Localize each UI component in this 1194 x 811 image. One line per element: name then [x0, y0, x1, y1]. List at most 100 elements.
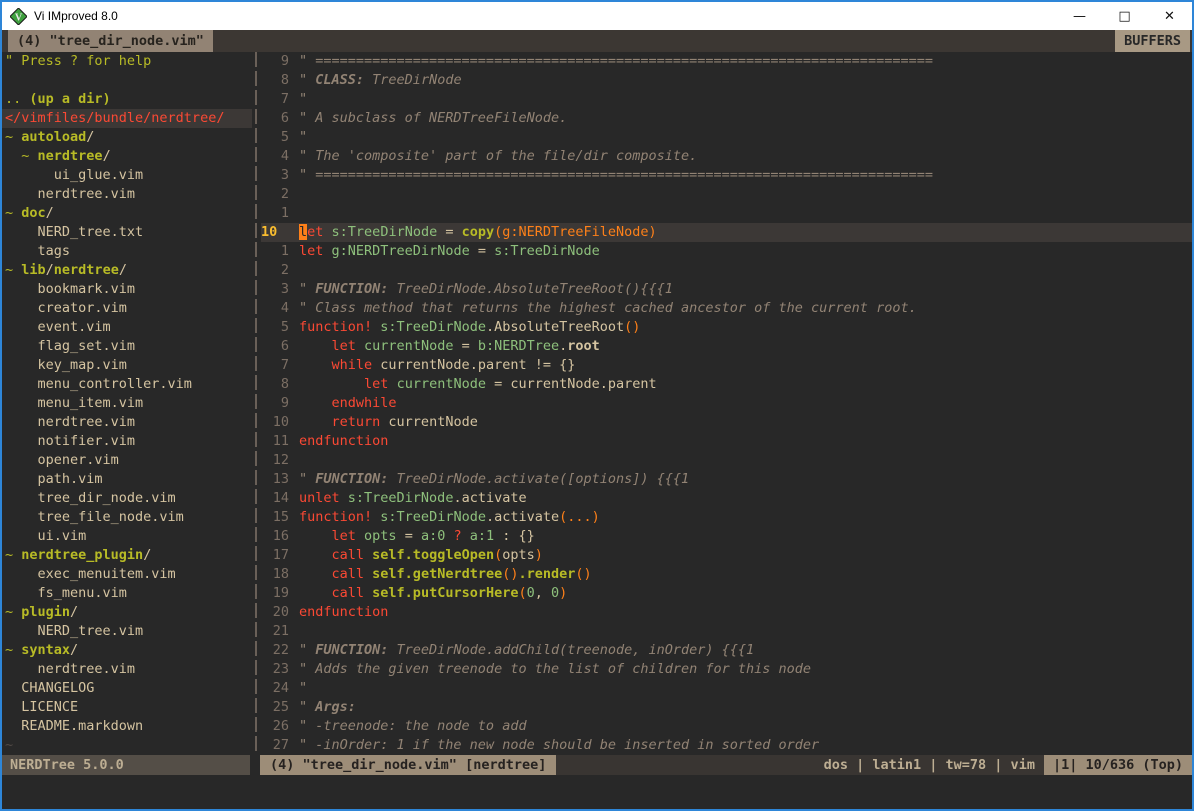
maximize-button[interactable]: □	[1102, 2, 1147, 30]
tree-row[interactable]: creator.vim	[2, 299, 252, 318]
tree-row[interactable]: exec_menuitem.vim	[2, 565, 252, 584]
tree-row[interactable]: bookmark.vim	[2, 280, 252, 299]
code-row[interactable]: 12	[261, 451, 1192, 470]
close-button[interactable]: ✕	[1147, 2, 1192, 30]
code-token: 0	[551, 585, 559, 601]
code-row[interactable]: 7"	[261, 90, 1192, 109]
code-row[interactable]: 8" CLASS: TreeDirNode	[261, 71, 1192, 90]
tree-row[interactable]: ~ doc/	[2, 204, 252, 223]
tree-row[interactable]: ~ lib/nerdtree/	[2, 261, 252, 280]
code-token: exec_menuitem.vim	[5, 566, 176, 582]
code-row[interactable]: 3" =====================================…	[261, 166, 1192, 185]
code-row[interactable]: 23" Adds the given treenode to the list …	[261, 660, 1192, 679]
tree-row[interactable]: ~	[2, 736, 252, 755]
tree-row[interactable]: ~ autoload/	[2, 128, 252, 147]
code-row[interactable]: 16 let opts = a:0 ? a:1 : {}	[261, 527, 1192, 546]
tree-row[interactable]: README.markdown	[2, 717, 252, 736]
tree-row[interactable]	[2, 71, 252, 90]
code-token: (g:NERDTreeFileNode)	[494, 224, 657, 240]
tree-row[interactable]: ~ syntax/	[2, 641, 252, 660]
code-row[interactable]: 1	[261, 204, 1192, 223]
tree-row[interactable]: ui_glue.vim	[2, 166, 252, 185]
tree-row[interactable]: event.vim	[2, 318, 252, 337]
tree-row[interactable]: .. (up a dir)	[2, 90, 252, 109]
code-token: =	[437, 224, 461, 240]
code-token	[299, 528, 332, 544]
code-token: g:NERDTreeDirNode	[332, 243, 470, 259]
code-row[interactable]: 20endfunction	[261, 603, 1192, 622]
tree-row[interactable]: menu_controller.vim	[2, 375, 252, 394]
code-row[interactable]: 26" -treenode: the node to add	[261, 717, 1192, 736]
tree-row[interactable]: key_map.vim	[2, 356, 252, 375]
tree-row[interactable]: nerdtree.vim	[2, 185, 252, 204]
code-token: nerdtree	[38, 148, 103, 164]
code-row[interactable]: 10 return currentNode	[261, 413, 1192, 432]
code-row[interactable]: 6" A subclass of NERDTreeFileNode.	[261, 109, 1192, 128]
tree-row[interactable]: path.vim	[2, 470, 252, 489]
code-row[interactable]: 8 let currentNode = currentNode.parent	[261, 375, 1192, 394]
tree-row[interactable]: tags	[2, 242, 252, 261]
code-row[interactable]: 19 call self.putCursorHere(0, 0)	[261, 584, 1192, 603]
code-row[interactable]: 4" The 'composite' part of the file/dir …	[261, 147, 1192, 166]
tree-row[interactable]: notifier.vim	[2, 432, 252, 451]
line-number: 12	[261, 451, 289, 470]
command-line[interactable]	[2, 775, 1192, 809]
code-row[interactable]: 24"	[261, 679, 1192, 698]
code-token: let	[299, 243, 323, 259]
tree-row[interactable]: NERD_tree.txt	[2, 223, 252, 242]
code-row[interactable]: 27" -inOrder: 1 if the new node should b…	[261, 736, 1192, 755]
code-token	[388, 376, 396, 392]
code-row[interactable]: 13" FUNCTION: TreeDirNode.activate([opti…	[261, 470, 1192, 489]
tree-row[interactable]: " Press ? for help	[2, 52, 252, 71]
code-row[interactable]: 15function! s:TreeDirNode.activate(...)	[261, 508, 1192, 527]
code-row[interactable]: 21	[261, 622, 1192, 641]
tree-row-selected-root[interactable]: </vimfiles/bundle/nerdtree/	[2, 109, 252, 128]
code-token: =	[470, 243, 494, 259]
tree-row[interactable]: LICENCE	[2, 698, 252, 717]
code-row[interactable]: 5"	[261, 128, 1192, 147]
code-token	[364, 566, 372, 582]
tree-row[interactable]: NERD_tree.vim	[2, 622, 252, 641]
minimize-button[interactable]: —	[1057, 2, 1102, 30]
tree-row[interactable]: flag_set.vim	[2, 337, 252, 356]
code-token: ~	[5, 205, 21, 221]
code-token	[364, 547, 372, 563]
svg-text:V: V	[15, 12, 23, 23]
code-row[interactable]: 22" FUNCTION: TreeDirNode.addChild(treen…	[261, 641, 1192, 660]
tree-row[interactable]: nerdtree.vim	[2, 413, 252, 432]
code-row[interactable]: 7 while currentNode.parent != {}	[261, 356, 1192, 375]
code-row[interactable]: 9 endwhile	[261, 394, 1192, 413]
tree-row[interactable]: menu_item.vim	[2, 394, 252, 413]
code-row[interactable]: 2	[261, 261, 1192, 280]
vertical-split-separator[interactable]	[252, 52, 261, 755]
tree-row[interactable]: tree_file_node.vim	[2, 508, 252, 527]
tree-row[interactable]: nerdtree.vim	[2, 660, 252, 679]
tree-row[interactable]: ui.vim	[2, 527, 252, 546]
tree-row[interactable]: CHANGELOG	[2, 679, 252, 698]
code-token: TreeDirNode.AbsoluteTreeRoot(){{{1	[397, 281, 673, 297]
tree-row[interactable]: ~ nerdtree/	[2, 147, 252, 166]
code-row[interactable]: 5function! s:TreeDirNode.AbsoluteTreeRoo…	[261, 318, 1192, 337]
code-token: s:TreeDirNode	[332, 224, 438, 240]
tab-tree-dir-node[interactable]: (4) "tree_dir_node.vim"	[8, 30, 213, 52]
code-row[interactable]: 14unlet s:TreeDirNode.activate	[261, 489, 1192, 508]
tree-row[interactable]: fs_menu.vim	[2, 584, 252, 603]
tree-row[interactable]: ~ plugin/	[2, 603, 252, 622]
code-row[interactable]: 3" FUNCTION: TreeDirNode.AbsoluteTreeRoo…	[261, 280, 1192, 299]
tree-row[interactable]: opener.vim	[2, 451, 252, 470]
code-row[interactable]: 25" Args:	[261, 698, 1192, 717]
code-row-cursor-line[interactable]: 10let s:TreeDirNode = copy(g:NERDTreeFil…	[261, 223, 1192, 242]
code-row[interactable]: 4" Class method that returns the highest…	[261, 299, 1192, 318]
tree-row[interactable]: tree_dir_node.vim	[2, 489, 252, 508]
code-token: (	[518, 585, 526, 601]
code-row[interactable]: 17 call self.toggleOpen(opts)	[261, 546, 1192, 565]
code-row[interactable]: 9" =====================================…	[261, 52, 1192, 71]
code-row[interactable]: 18 call self.getNerdtree().render()	[261, 565, 1192, 584]
code-row[interactable]: 11endfunction	[261, 432, 1192, 451]
code-row[interactable]: 6 let currentNode = b:NERDTree.root	[261, 337, 1192, 356]
line-number: 20	[261, 603, 289, 622]
code-row[interactable]: 2	[261, 185, 1192, 204]
line-number: 10	[261, 413, 289, 432]
tree-row[interactable]: ~ nerdtree_plugin/	[2, 546, 252, 565]
code-row[interactable]: 1let g:NERDTreeDirNode = s:TreeDirNode	[261, 242, 1192, 261]
